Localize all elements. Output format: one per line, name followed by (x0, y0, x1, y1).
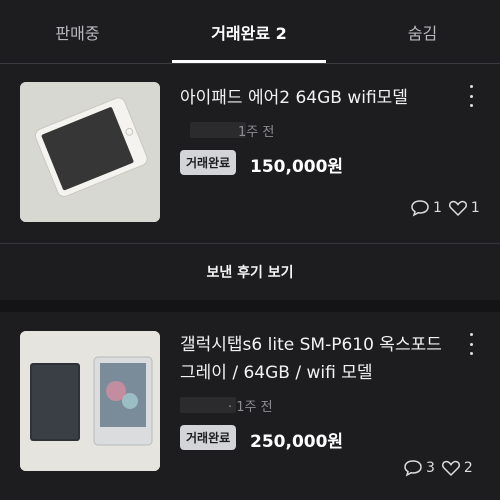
heart-icon (441, 460, 460, 477)
product-thumbnail-galaxy-tab[interactable] (20, 331, 160, 471)
product-price: 250,000원 (250, 432, 344, 452)
chat-bubble-icon (404, 460, 422, 477)
product-price: 150,000원 (250, 157, 344, 177)
view-sent-reviews-button[interactable]: 보낸 후기 보기 (0, 244, 500, 300)
engagement-counts: 3 2 (403, 459, 473, 477)
kebab-menu-icon[interactable] (464, 333, 478, 355)
engagement-counts: 1 1 (410, 199, 480, 217)
like-count: 1 (470, 200, 480, 216)
kebab-menu-icon[interactable] (464, 85, 478, 107)
section-gap (0, 300, 500, 312)
chat-bubble-icon (411, 200, 429, 217)
product-thumbnail-ipad[interactable] (20, 82, 160, 222)
chat-count: 1 (433, 200, 442, 216)
tab-selling[interactable]: 판매중 (0, 0, 155, 64)
product-title[interactable]: 갤럭시탭s6 lite SM-P610 옥스포드 그레이 / 64GB / wi… (180, 331, 450, 387)
tab-bar: 판매중 거래완료 2 숨김 (0, 0, 500, 64)
active-tab-indicator (172, 60, 326, 63)
posted-time: · 1주 전 (228, 400, 273, 415)
tab-hidden[interactable]: 숨김 (345, 0, 500, 64)
heart-icon (448, 200, 467, 217)
posted-time: 1주 전 (238, 125, 275, 140)
tab-completed[interactable]: 거래완료 2 (172, 0, 326, 64)
product-title[interactable]: 아이패드 에어2 64GB wifi모델 (180, 84, 450, 112)
like-count: 2 (463, 460, 473, 476)
chat-count: 3 (426, 460, 435, 476)
status-badge: 거래완료 (180, 425, 237, 450)
status-badge: 거래완료 (180, 150, 237, 175)
